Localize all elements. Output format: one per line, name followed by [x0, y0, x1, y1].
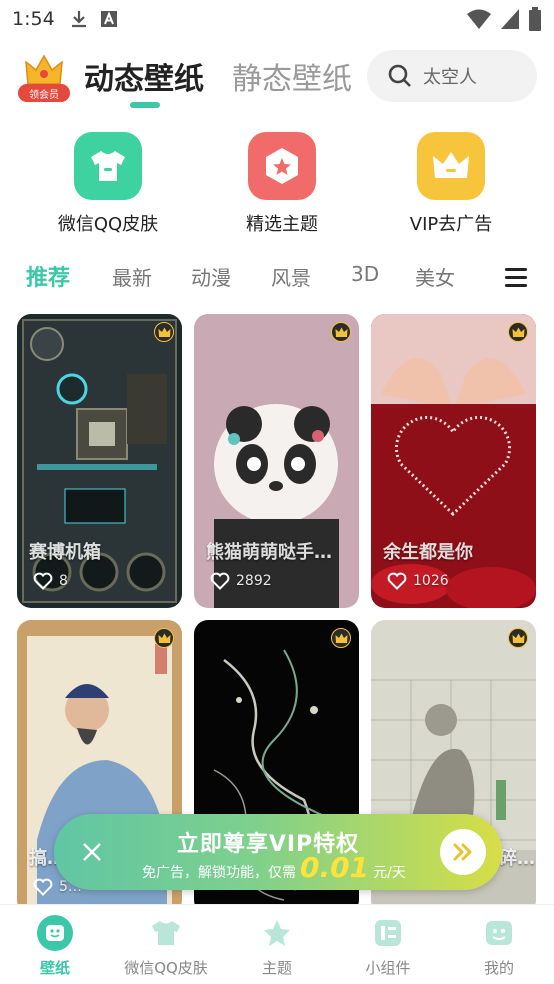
- nav-profile[interactable]: 我的: [444, 915, 554, 978]
- theme-icon: [259, 915, 295, 951]
- like-count: 2892: [236, 573, 272, 589]
- category-tab-latest[interactable]: 最新: [112, 262, 152, 291]
- bottom-nav: 壁纸 微信QQ皮肤 主题 小组件 我的: [0, 904, 554, 984]
- nav-label: 壁纸: [39, 959, 70, 977]
- nav-label: 主题: [261, 959, 292, 977]
- wallpaper-card[interactable]: 余生都是你 1026: [371, 314, 536, 608]
- search-icon: [388, 64, 411, 87]
- quick-entry-label: 精选主题: [246, 214, 318, 235]
- star-hexagon-icon: [248, 132, 316, 200]
- like-count: 8: [59, 573, 68, 589]
- shirt-icon: [74, 132, 142, 200]
- vip-crown-badge: [331, 628, 351, 648]
- category-tab-scenery[interactable]: 风景: [271, 262, 311, 291]
- vip-price: 0.01: [300, 851, 370, 884]
- status-time: 1:54: [12, 8, 55, 30]
- like-button[interactable]: 8: [33, 572, 68, 590]
- heart-icon: [33, 572, 53, 590]
- vip-badge-label: 领会员: [18, 84, 70, 102]
- category-tab-beauty[interactable]: 美女: [415, 262, 455, 291]
- heart-icon: [33, 878, 53, 896]
- double-chevron-right-icon: [453, 843, 472, 861]
- category-tab-recommended[interactable]: 推荐: [26, 260, 70, 292]
- vip-crown-badge: [508, 628, 528, 648]
- search-placeholder: 太空人: [423, 67, 477, 88]
- widget-icon: [370, 915, 406, 951]
- search-input[interactable]: 太空人: [367, 50, 537, 102]
- vip-crown-badge: [154, 628, 174, 648]
- tab-dynamic-wallpaper[interactable]: 动态壁纸: [84, 54, 204, 98]
- wifi-icon: [467, 9, 491, 29]
- quick-entries: 微信QQ皮肤 精选主题 VIP去广告: [0, 132, 554, 242]
- category-tab-anime[interactable]: 动漫: [191, 262, 231, 291]
- vip-banner-subtitle-text: 免广告，解锁功能，仅需: [142, 865, 296, 881]
- category-tab-3d[interactable]: 3D: [351, 262, 379, 286]
- wallpaper-card[interactable]: 熊猫萌萌哒手… 2892: [194, 314, 359, 608]
- nav-wallpaper[interactable]: 壁纸: [0, 915, 110, 978]
- app-notification-icon: [100, 11, 117, 27]
- vip-banner-subtitle: 免广告，解锁功能，仅需 0.01 元/天: [142, 851, 406, 884]
- vip-crown-badge: [331, 322, 351, 342]
- wallpaper-title: 赛博机箱: [29, 542, 101, 563]
- vip-go-button[interactable]: [440, 829, 486, 875]
- vip-crown-badge: [508, 322, 528, 342]
- vip-badge-button[interactable]: 领会员: [18, 54, 70, 102]
- crown-icon: [158, 327, 170, 337]
- wallpaper-title: 余生都是你: [383, 542, 473, 563]
- header: 领会员 动态壁纸 静态壁纸 太空人: [0, 44, 554, 110]
- quick-entry-wechat-qq-skin[interactable]: 微信QQ皮肤: [33, 132, 183, 236]
- nav-themes[interactable]: 主题: [222, 915, 332, 978]
- crown-icon: [417, 132, 485, 200]
- profile-icon: [481, 915, 517, 951]
- crown-icon: [335, 633, 347, 643]
- crown-icon: [512, 327, 524, 337]
- vip-crown-badge: [154, 322, 174, 342]
- heart-icon: [387, 572, 407, 590]
- vip-banner-title: 立即尊享VIP特权: [176, 832, 360, 857]
- crown-icon: [25, 54, 63, 85]
- vip-promo-banner[interactable]: 立即尊享VIP特权 免广告，解锁功能，仅需 0.01 元/天: [54, 814, 502, 890]
- like-button[interactable]: 1026: [387, 572, 449, 590]
- nav-label: 微信QQ皮肤: [124, 959, 208, 977]
- like-count: 1026: [413, 573, 449, 589]
- quick-entry-vip-no-ads[interactable]: VIP去广告: [376, 132, 526, 236]
- like-button[interactable]: 2892: [210, 572, 272, 590]
- quick-entry-label: VIP去广告: [409, 214, 493, 235]
- tab-static-wallpaper[interactable]: 静态壁纸: [232, 54, 352, 98]
- menu-icon[interactable]: [505, 268, 527, 288]
- crown-icon: [335, 327, 347, 337]
- download-icon: [71, 11, 86, 28]
- crown-icon: [512, 633, 524, 643]
- nav-wechat-qq-skin[interactable]: 微信QQ皮肤: [111, 915, 221, 978]
- quick-entry-label: 微信QQ皮肤: [57, 214, 159, 235]
- battery-icon: [529, 7, 541, 31]
- nav-label: 我的: [483, 959, 514, 977]
- nav-widgets[interactable]: 小组件: [333, 915, 443, 978]
- heart-icon: [210, 572, 230, 590]
- wallpaper-icon: [37, 915, 73, 951]
- signal-icon: [501, 9, 519, 29]
- vip-price-unit: 元/天: [373, 865, 406, 881]
- shirt-icon: [148, 915, 184, 951]
- wallpaper-card[interactable]: 赛博机箱 8: [17, 314, 182, 608]
- crown-icon: [158, 633, 170, 643]
- category-tabs: 推荐 最新 动漫 风景 3D 美女: [0, 258, 554, 298]
- nav-label: 小组件: [365, 959, 411, 977]
- tab-active-indicator: [130, 102, 160, 108]
- status-bar: 1:54: [0, 0, 554, 38]
- quick-entry-featured-themes[interactable]: 精选主题: [207, 132, 357, 236]
- wallpaper-title: 熊猫萌萌哒手…: [206, 542, 332, 563]
